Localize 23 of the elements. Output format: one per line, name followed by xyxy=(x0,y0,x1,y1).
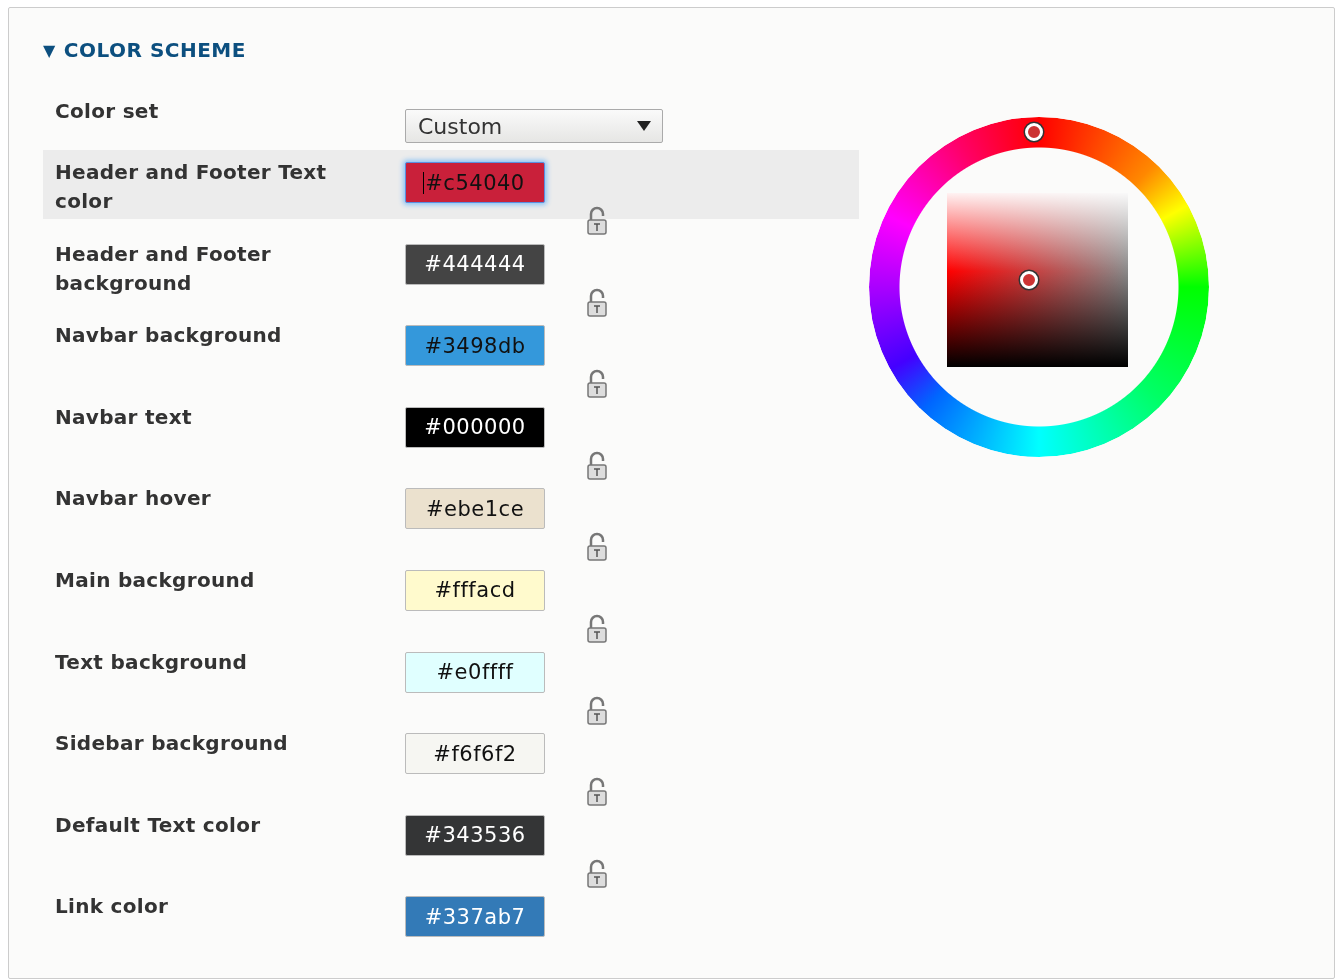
color-input-field[interactable]: #337ab7 xyxy=(405,896,545,938)
color-set-select[interactable]: Custom xyxy=(405,109,663,143)
field-label: Default Text color xyxy=(55,811,262,839)
field-label: Navbar background xyxy=(55,322,283,350)
color-input-field[interactable]: #fffacd xyxy=(405,569,545,611)
field-label: Main background xyxy=(55,566,256,594)
field-label: Text background xyxy=(55,648,249,676)
field-label: Header and Footer background xyxy=(55,240,272,297)
color-input-field[interactable]: #343536 xyxy=(405,814,545,856)
color-input-field[interactable]: #ebe1ce xyxy=(405,488,545,530)
section-title[interactable]: COLOR SCHEME xyxy=(63,38,246,62)
color-input-field[interactable]: #000000 xyxy=(405,406,545,448)
color-input-field[interactable]: #3498db xyxy=(405,325,545,367)
field-label: Navbar hover xyxy=(55,485,212,513)
color-input-field[interactable]: #444444 xyxy=(405,243,545,285)
field-label: Color set xyxy=(55,98,160,125)
color-input-field[interactable]: #f6f6f2 xyxy=(405,733,545,775)
field-label: Link color xyxy=(55,893,170,921)
collapse-toggle[interactable]: ▼ xyxy=(43,40,56,60)
color-input-field[interactable]: #e0ffff xyxy=(405,651,545,693)
field-label: Sidebar background xyxy=(55,730,289,758)
field-label: Navbar text xyxy=(55,403,193,431)
field-label: Header and Footer Text color xyxy=(55,159,328,215)
